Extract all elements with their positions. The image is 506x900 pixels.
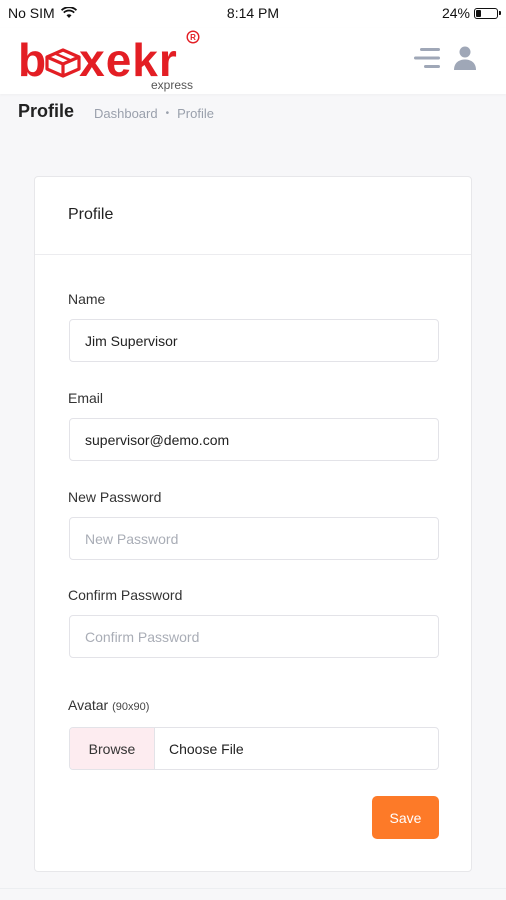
- card-header: Profile: [35, 177, 471, 255]
- avatar-size-hint: (90x90): [112, 701, 150, 713]
- email-field[interactable]: [69, 418, 439, 461]
- page-title: Profile: [18, 101, 75, 121]
- box-logo-icon: [45, 48, 81, 78]
- battery-percent: 24%: [441, 5, 470, 21]
- registered-mark-icon: R: [186, 30, 200, 44]
- name-label: Name: [68, 291, 106, 307]
- breadcrumb-profile: Profile: [177, 106, 214, 121]
- confirm-password-field[interactable]: [69, 615, 439, 658]
- user-icon[interactable]: [452, 44, 478, 72]
- card-title: Profile: [68, 206, 114, 223]
- confirm-password-label: Confirm Password: [68, 587, 183, 603]
- status-bar: No SIM 8:14 PM 24%: [0, 0, 506, 28]
- svg-text:R: R: [190, 33, 196, 42]
- breadcrumb-separator: •: [165, 108, 170, 119]
- breadcrumb: Dashboard • Profile: [94, 106, 214, 121]
- logo-subtext: express: [151, 78, 194, 92]
- new-password-field[interactable]: [69, 517, 439, 560]
- avatar-label-text: Avatar: [68, 697, 109, 713]
- footer-divider: [0, 888, 506, 889]
- menu-icon[interactable]: [412, 46, 442, 70]
- name-field[interactable]: [69, 319, 439, 362]
- browse-button[interactable]: Browse: [70, 728, 155, 769]
- breadcrumb-dashboard[interactable]: Dashboard: [94, 106, 158, 121]
- battery-icon: [474, 7, 501, 19]
- avatar-label: Avatar (90x90): [68, 697, 149, 713]
- profile-card: Profile Name Email New Password Confirm …: [34, 176, 472, 872]
- save-button[interactable]: Save: [372, 796, 439, 839]
- status-right: 24%: [441, 5, 501, 21]
- avatar-file-input[interactable]: Browse Choose File: [69, 727, 439, 770]
- choose-file-label[interactable]: Choose File: [155, 728, 438, 769]
- clock: 8:14 PM: [226, 5, 280, 21]
- app-header: b xekr R express: [0, 28, 506, 94]
- battery-fill: [476, 9, 481, 17]
- email-label: Email: [68, 390, 104, 406]
- brand-logo[interactable]: b xekr R express: [18, 30, 208, 94]
- new-password-label: New Password: [68, 489, 162, 505]
